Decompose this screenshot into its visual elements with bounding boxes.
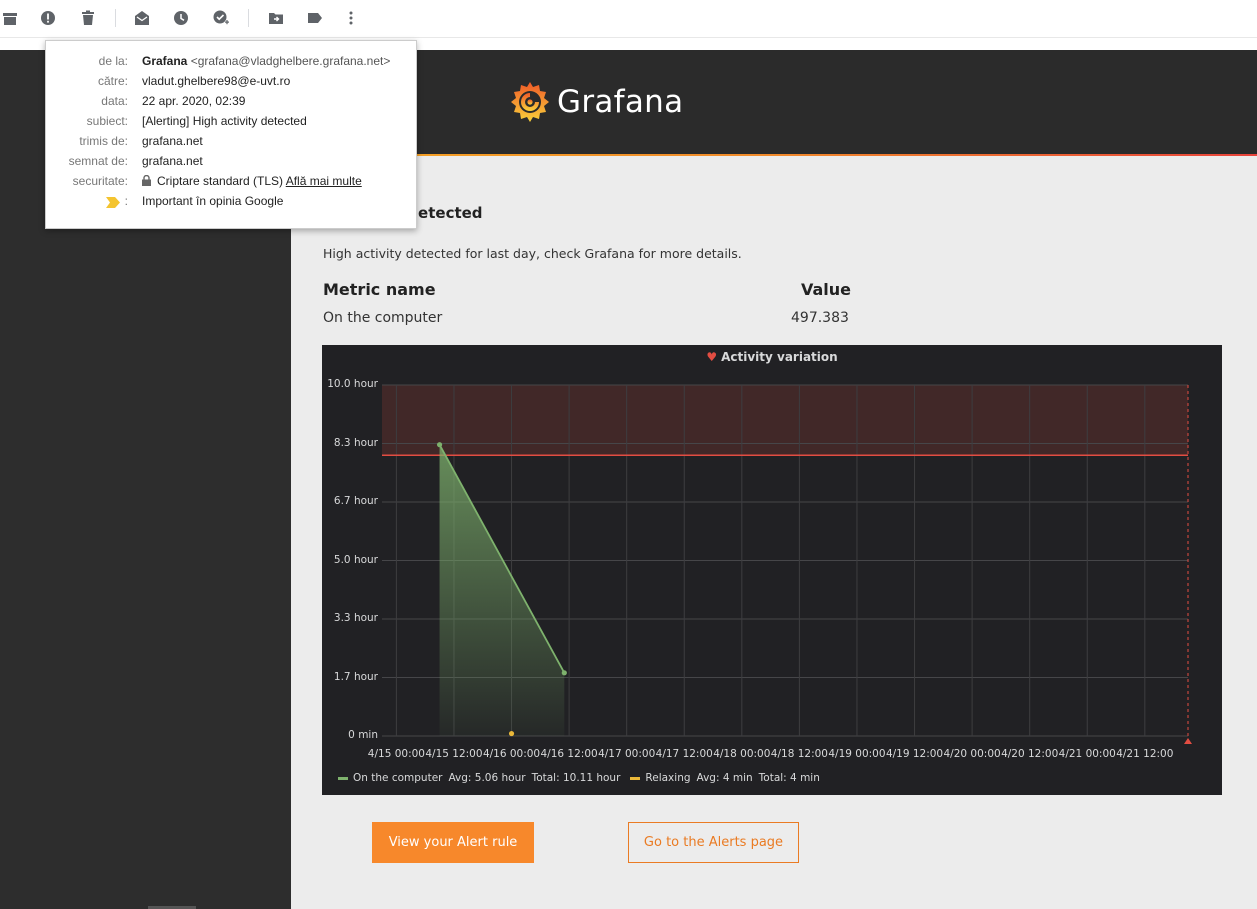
move-to-icon[interactable] (266, 8, 286, 28)
subject-value: [Alerting] High activity detected (142, 114, 307, 128)
x-tick-label: 4/20 00:00 (943, 748, 1001, 760)
security-value: Criptare standard (TLS) Află mai multe (142, 174, 362, 188)
chart-plot-area (382, 384, 1192, 744)
x-tick-label: 4/18 12:00 (770, 748, 828, 760)
toolbar (0, 0, 1257, 38)
data-point (561, 670, 567, 676)
legend-series-name: On the computer (353, 772, 443, 784)
series-area (439, 444, 565, 736)
metric-value-cell: 497.383 (791, 310, 849, 326)
y-tick-label: 6.7 hour (333, 495, 378, 507)
signed-by-label: semnat de: (68, 154, 128, 168)
metric-name-header: Metric name (323, 280, 436, 299)
legend-total: Total: 4 min (758, 772, 820, 784)
legend-avg: Avg: 5.06 hour (448, 772, 526, 784)
chart-legend: On the computer Avg: 5.06 hour Total: 10… (338, 772, 830, 784)
data-point (508, 730, 515, 737)
learn-more-link[interactable]: Află mai multe (286, 174, 362, 188)
important-label: : (124, 194, 128, 208)
message-details-popup: de la: Grafana <grafana@vladghelbere.gra… (45, 40, 417, 229)
report-spam-icon[interactable] (38, 8, 58, 28)
date-label: data: (101, 94, 128, 108)
grafana-logo: Grafana (509, 80, 683, 124)
legend-avg: Avg: 4 min (696, 772, 753, 784)
detail-row-signed-by: semnat de: grafana.net (46, 154, 418, 174)
legend-series-name: Relaxing (645, 772, 691, 784)
to-value: vladut.ghelbere98@e-uvt.ro (142, 74, 291, 88)
detail-row-security: securitate: Criptare standard (TLS) Află… (46, 174, 418, 194)
delete-icon[interactable] (78, 8, 98, 28)
go-to-alerts-page-button[interactable]: Go to the Alerts page (628, 822, 799, 863)
security-label: securitate: (72, 174, 128, 188)
label-icon[interactable] (305, 8, 325, 28)
detail-row-date: data: 22 apr. 2020, 02:39 (46, 94, 418, 114)
x-tick-label: 4/16 00:00 (482, 748, 541, 760)
x-tick-label: 4/21 12:00 (1116, 748, 1174, 760)
metric-name-cell: On the computer (323, 310, 443, 326)
x-tick-label: 4/19 12:00 (885, 748, 944, 760)
legend-swatch (338, 776, 348, 780)
mark-unread-icon[interactable] (132, 8, 152, 28)
lock-icon (142, 175, 151, 186)
activity-chart: ♥ Activity variation 10.0 hour 8.3 hour 6.7… (322, 345, 1222, 795)
toolbar-divider (248, 9, 249, 27)
snooze-icon[interactable] (171, 8, 191, 28)
detail-row-important: : Important în opinia Google (46, 194, 418, 214)
important-value: Important în opinia Google (142, 194, 284, 208)
from-value: Grafana <grafana@vladghelbere.grafana.ne… (142, 54, 390, 68)
detail-row-subject: subiect: [Alerting] High activity detect… (46, 114, 418, 134)
importance-marker-icon (106, 197, 120, 208)
x-tick-label: 4/17 00:00 (598, 748, 656, 760)
to-label: către: (97, 74, 128, 88)
data-point (436, 442, 443, 448)
detail-row-from: de la: Grafana <grafana@vladghelbere.gra… (46, 54, 418, 74)
signed-by-value: grafana.net (142, 154, 203, 168)
x-tick-label: 4/15 12:00 (425, 748, 483, 760)
value-header: Value (801, 280, 852, 299)
legend-swatch (630, 776, 641, 780)
alert-message: High activity detected for last day, che… (323, 246, 742, 261)
x-tick-label: 4/16 12:00 (540, 748, 598, 760)
y-tick-label: 10.0 hour (327, 378, 378, 390)
more-vert-icon[interactable] (341, 8, 361, 28)
alert-card: h activity detected High activity detect… (291, 156, 1257, 909)
x-tick-label: 4/21 00:00 (1058, 748, 1116, 760)
from-label: de la: (98, 54, 128, 68)
y-tick-label: 3.3 hour (333, 612, 378, 624)
y-tick-label: 1.7 hour (333, 670, 378, 683)
time-marker-arrow (1184, 738, 1192, 744)
mailed-by-value: grafana.net (142, 134, 203, 148)
email-body: Grafana h activity detected High activit… (291, 50, 1257, 909)
legend-item-relaxing[interactable]: Relaxing Avg: 4 min Total: 4 min (630, 772, 820, 784)
grafana-logo-icon (511, 82, 549, 122)
add-task-icon[interactable] (211, 8, 231, 28)
subject-label: subiect: (86, 114, 128, 128)
detail-row-mailed-by: trimis de: grafana.net (46, 134, 418, 154)
legend-total: Total: 10.11 hour (531, 772, 621, 784)
grafana-header: Grafana (291, 50, 1257, 156)
toolbar-divider (115, 9, 116, 27)
x-tick-label: 4/15 00:00 (367, 748, 425, 760)
sender-email: <grafana@vladghelbere.grafana.net> (190, 54, 391, 68)
x-tick-label: 4/20 12:00 (1001, 748, 1059, 760)
view-alert-rule-button[interactable]: View your Alert rule (372, 822, 534, 863)
security-text: Criptare standard (TLS) (157, 174, 284, 188)
x-tick-label: 4/19 00:00 (828, 748, 886, 760)
y-tick-label: 5.0 hour (333, 553, 378, 566)
mailed-by-label: trimis de: (79, 134, 128, 148)
sender-name: Grafana (142, 54, 188, 68)
y-tick-label: 8.3 hour (333, 436, 378, 449)
detail-row-to: către: vladut.ghelbere98@e-uvt.ro (46, 74, 418, 94)
y-tick-label: 0 min (348, 729, 378, 741)
x-tick-label: 4/17 12:00 (655, 748, 713, 760)
x-tick-label: 4/18 00:00 (713, 748, 771, 760)
grafana-logo-text: Grafana (557, 84, 684, 120)
legend-item-on-computer[interactable]: On the computer Avg: 5.06 hour Total: 10… (338, 772, 620, 784)
archive-icon[interactable] (0, 8, 20, 28)
date-value: 22 apr. 2020, 02:39 (142, 94, 246, 108)
threshold-region (382, 385, 1188, 456)
